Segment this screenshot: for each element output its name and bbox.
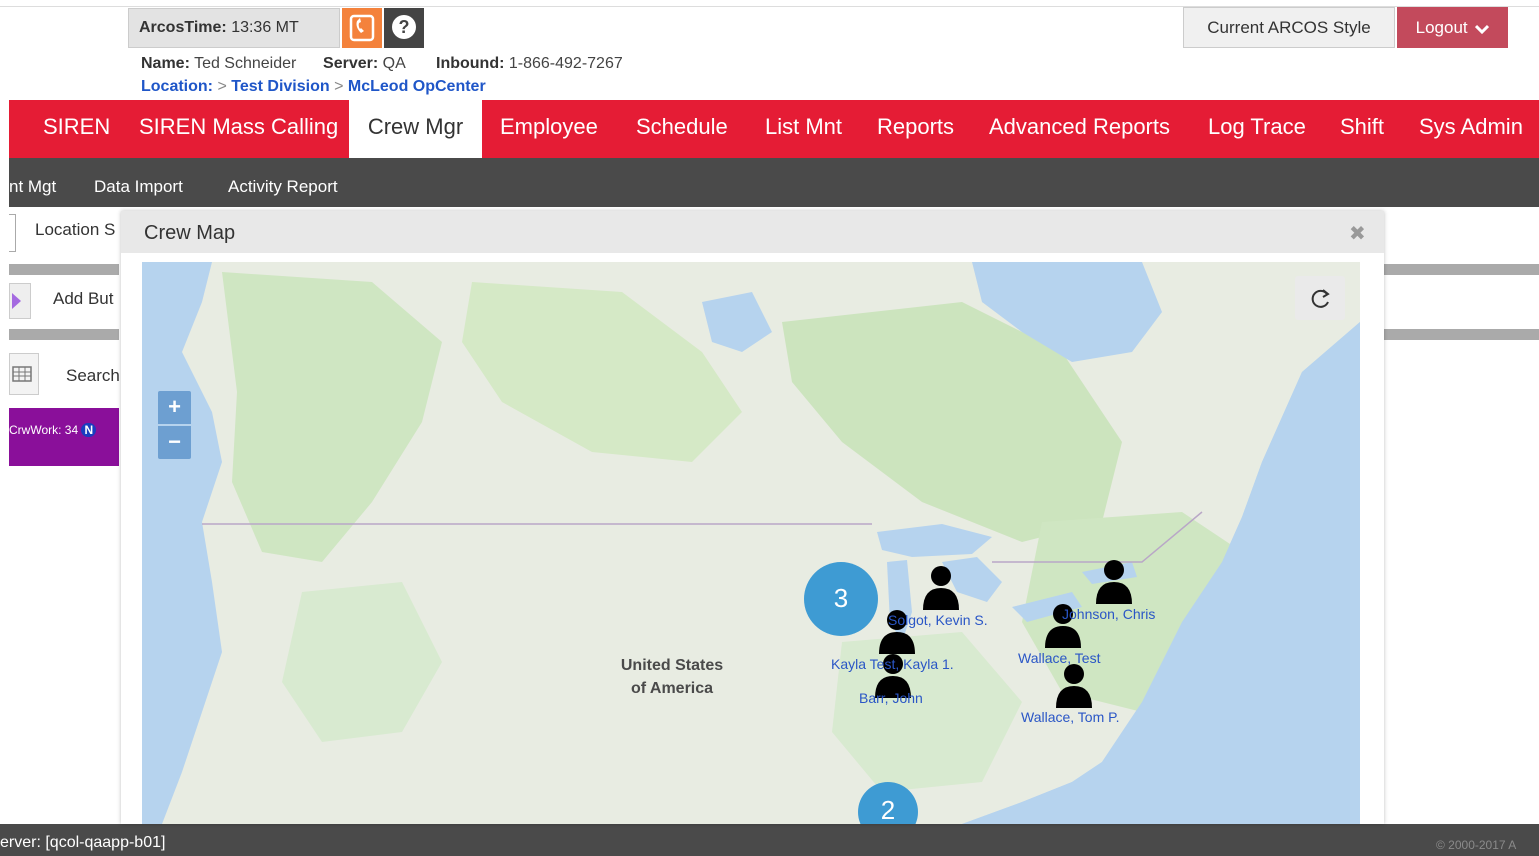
location-select-label: Location S <box>35 220 116 239</box>
person-label[interactable]: Solgot, Kevin S. <box>888 612 988 628</box>
country-label: United States of America <box>620 657 724 697</box>
divider <box>1384 264 1539 275</box>
crew-work-badge: CrwWork: 34 N <box>9 423 97 437</box>
current-style-button[interactable]: Current ARCOS Style <box>1183 7 1395 48</box>
map-background <box>142 262 1360 824</box>
nav-shift[interactable]: Shift <box>1340 100 1384 158</box>
footer-bar <box>0 824 1539 856</box>
nav-employee[interactable]: Employee <box>500 100 598 158</box>
crew-work-panel[interactable] <box>9 408 119 466</box>
modal-title: Crew Map <box>144 222 236 244</box>
breadcrumb-mcleod-opcenter[interactable]: McLeod OpCenter <box>348 78 486 95</box>
person-label[interactable]: Kayla Test, Kayla 1. <box>831 656 954 672</box>
play-icon <box>12 293 21 309</box>
crew-map-modal: Crew Map ✖ + − United States of America … <box>121 211 1384 824</box>
nav-log-trace[interactable]: Log Trace <box>1208 100 1306 158</box>
nav-siren[interactable]: SIREN <box>43 100 110 158</box>
header-top-strip <box>0 0 1539 7</box>
subnav-data-import[interactable]: Data Import <box>94 158 183 207</box>
footer-copyright: © 2000-2017 A <box>1436 838 1517 852</box>
person-label[interactable]: Johnson, Chris <box>1062 606 1155 622</box>
location-select-edge[interactable] <box>9 214 16 252</box>
nav-advanced-reports[interactable]: Advanced Reports <box>989 100 1170 158</box>
crew-map[interactable]: + − United States of America 3 2 Solgot, … <box>142 262 1360 824</box>
add-button-label: Add But <box>53 289 114 308</box>
chevron-down-icon <box>1475 24 1490 34</box>
breadcrumb-test-division[interactable]: Test Division <box>231 78 329 95</box>
modal-header: Crew Map ✖ <box>121 211 1384 253</box>
question-circle-icon: ? <box>392 15 416 39</box>
person-label[interactable]: Barr, John <box>859 690 923 706</box>
help-button[interactable]: ? <box>384 8 424 48</box>
subnav-mgt[interactable]: nt Mgt <box>9 158 56 207</box>
phone-icon <box>349 14 375 42</box>
person-label[interactable]: Wallace, Test <box>1018 650 1100 666</box>
location-label: Location: <box>141 78 213 95</box>
zoom-in-button[interactable]: + <box>158 391 191 424</box>
zoom-out-button[interactable]: − <box>158 426 191 459</box>
person-marker-icon[interactable] <box>921 564 961 610</box>
logout-button[interactable]: Logout <box>1397 7 1508 48</box>
person-label[interactable]: Wallace, Tom P. <box>1021 709 1120 725</box>
divider <box>9 329 119 340</box>
arcos-time: ArcosTime: 13:36 MT <box>139 19 299 36</box>
nav-sys-admin[interactable]: Sys Admin <box>1419 100 1523 158</box>
grid-button[interactable] <box>9 353 39 395</box>
divider <box>9 264 119 275</box>
refresh-icon <box>1311 289 1330 308</box>
divider <box>1384 329 1539 340</box>
phone-button[interactable] <box>342 8 382 48</box>
location-breadcrumb: Location: > Test Division > McLeod OpCen… <box>141 78 486 95</box>
map-cluster-3[interactable]: 3 <box>804 562 878 636</box>
search-label: Search <box>66 366 119 385</box>
footer-server: erver: [qcol-qaapp-b01] <box>0 834 166 851</box>
refresh-button[interactable] <box>1295 276 1345 320</box>
nav-reports[interactable]: Reports <box>877 100 954 158</box>
nav-siren-mass-calling[interactable]: SIREN Mass Calling <box>139 100 338 158</box>
nav-crew-mgr[interactable]: Crew Mgr <box>349 100 482 158</box>
subnav-activity-report[interactable]: Activity Report <box>228 158 338 207</box>
close-icon[interactable]: ✖ <box>1349 221 1366 246</box>
person-marker-icon[interactable] <box>1054 662 1094 708</box>
person-marker-icon[interactable] <box>1094 558 1134 604</box>
user-info-line: Name: Ted Schneider Server: QA Inbound: … <box>141 55 623 72</box>
nav-list-mnt[interactable]: List Mnt <box>765 100 842 158</box>
nav-schedule[interactable]: Schedule <box>636 100 728 158</box>
grid-icon <box>12 366 32 382</box>
